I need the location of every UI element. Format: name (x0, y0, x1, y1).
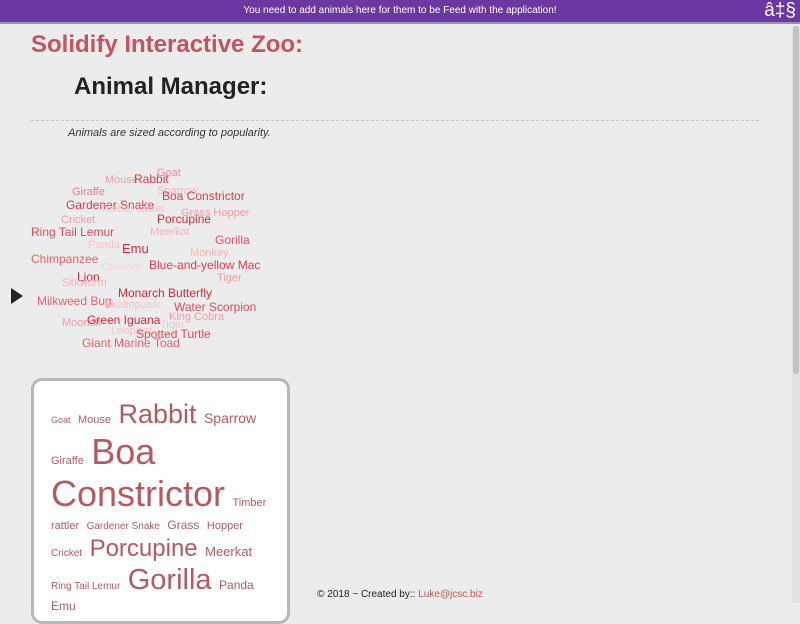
cloud-word: Giraffe (72, 186, 105, 198)
card-word: Hopper (206, 519, 243, 532)
animal-word-cloud: Goat Mouse Rabbit Sparrow Giraffe Boa Constri… (0, 0, 300, 360)
card-word: Boa (91, 430, 156, 472)
cloud-word: Boa Constrictor (162, 189, 245, 203)
cloud-word: Meerkat (150, 226, 190, 238)
cloud-word: Blue-and-yellow Mac (149, 258, 261, 272)
footer-text: © 2018 ~ Created by:: (317, 589, 419, 600)
cloud-word: Monarch Butterfly (118, 286, 213, 300)
cloud-word: Rabbit (134, 172, 169, 186)
cloud-word: Ring Tail Lemur (31, 225, 115, 239)
cloud-word: Porcupine (157, 212, 212, 226)
cloud-word: Skeltopusik (104, 299, 161, 311)
cloud-word: Chimpanzee (31, 252, 99, 266)
cloud-word: Giant Marine Toad (82, 336, 180, 350)
garbled-icon[interactable]: â‡§ (764, 0, 796, 22)
card-word: Giraffe (51, 454, 84, 467)
cloud-word: Panda (88, 239, 120, 251)
scrollbar[interactable] (792, 26, 800, 603)
footer-email-link[interactable]: Luke@jcsc.biz (418, 589, 483, 600)
card-word: Mouse (77, 414, 111, 426)
cloud-word: Tiger (217, 272, 242, 284)
cloud-word: Common (102, 262, 143, 273)
card-word: Goat (51, 415, 71, 425)
cloud-word: Gorilla (215, 233, 250, 247)
card-word: Grass (167, 517, 200, 532)
cloud-word: Silkworm (62, 277, 107, 289)
footer: © 2018 ~ Created by:: Luke@jcsc.biz (0, 586, 800, 603)
cloud-word: Emu (122, 241, 149, 256)
card-word: Porcupine (89, 534, 198, 562)
card-word: Gardener Snake (86, 520, 160, 532)
card-word: Sparrow (203, 410, 257, 426)
card-word: Cricket (51, 547, 83, 559)
card-word: Constrictor (51, 473, 226, 515)
cloud-word: Milkweed Bug (37, 294, 112, 308)
card-word: Meerkat (205, 543, 253, 559)
scrollbar-thumb[interactable] (793, 26, 799, 374)
card-word-list: Goat Mouse Rabbit Sparrow Giraffe Boa Co… (34, 381, 287, 616)
card-word: Rabbit (118, 399, 197, 429)
cloud-word: Timber rattler (100, 203, 165, 215)
